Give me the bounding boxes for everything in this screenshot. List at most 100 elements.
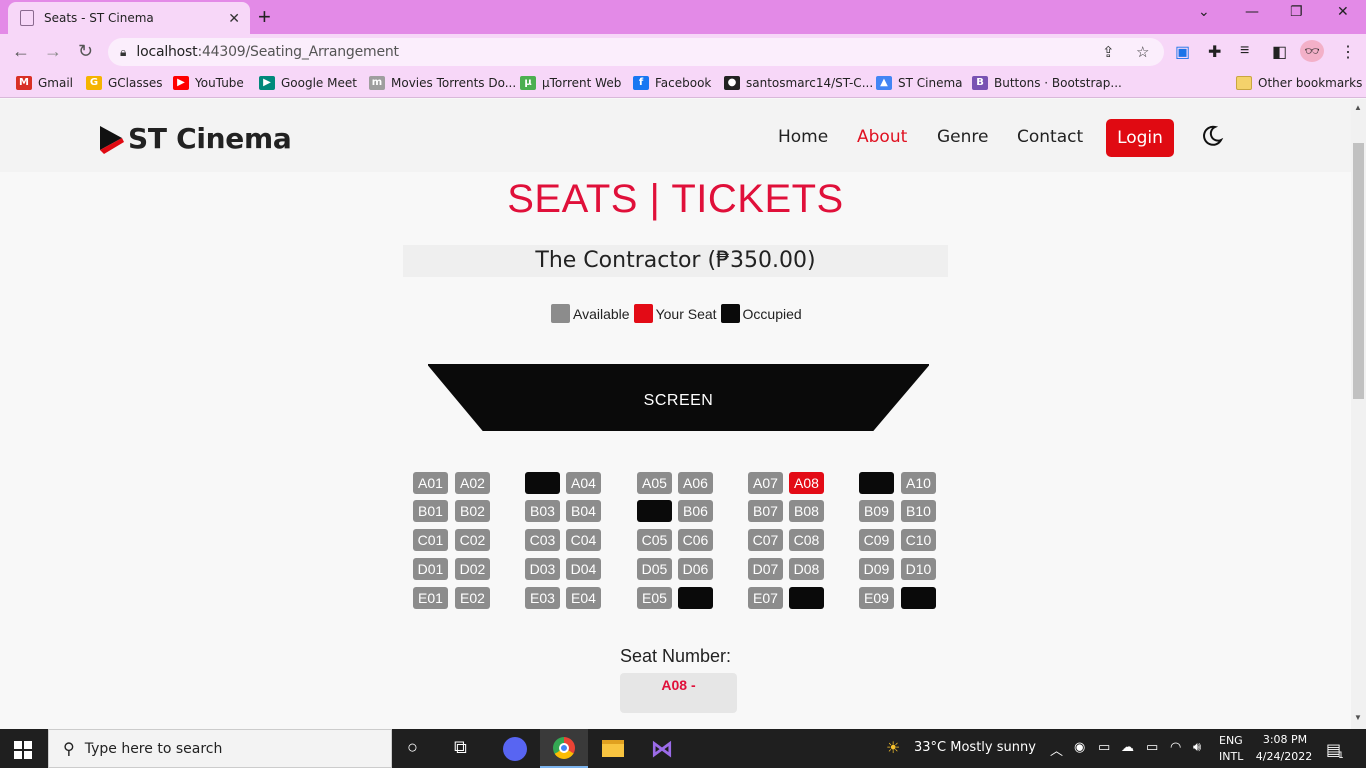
bookmark-item[interactable]: B Buttons · Bootstrap... [972,76,1122,90]
record-icon[interactable]: ◉ [1074,740,1085,755]
seat-E03[interactable]: E03 [525,587,560,609]
seat-A02[interactable]: A02 [455,472,490,494]
extensions-puzzle-icon[interactable]: ✚ [1208,42,1221,62]
seat-C03[interactable]: C03 [525,529,560,551]
seat-D03[interactable]: D03 [525,558,560,580]
seat-C06[interactable]: C06 [678,529,713,551]
show-hidden-icons-chevron[interactable]: ︿ [1050,740,1063,759]
seat-A05[interactable]: A05 [637,472,672,494]
seat-D02[interactable]: D02 [455,558,490,580]
discord-app-icon[interactable] [491,729,539,768]
seat-C08[interactable]: C08 [789,529,824,551]
page-scrollbar[interactable]: ▲ ▼ [1351,99,1366,729]
restore-icon[interactable]: ❐ [1290,4,1303,20]
seat-E04[interactable]: E04 [566,587,601,609]
file-explorer-icon[interactable] [589,729,637,768]
seat-D04[interactable]: D04 [566,558,601,580]
seat-A04[interactable]: A04 [566,472,601,494]
seat-B10[interactable]: B10 [901,500,936,522]
seat-D10[interactable]: D10 [901,558,936,580]
address-bar[interactable]: 🔒︎ localhost:44309/Seating_Arrangement ⇪… [108,38,1164,66]
bookmark-item[interactable]: G GClasses [86,76,163,90]
battery-icon[interactable]: ▭ [1146,740,1158,755]
visual-studio-icon[interactable]: ⋈ [638,729,686,768]
back-icon[interactable]: ← [12,40,30,62]
bookmark-item[interactable]: m Movies Torrents Do... [369,76,516,90]
bookmark-item[interactable]: ▲ ST Cinema [876,76,963,90]
onedrive-error-icon[interactable]: ☁ [1121,740,1134,755]
bookmark-item[interactable]: f Facebook [633,76,711,90]
seat-E07[interactable]: E07 [748,587,783,609]
bookmark-item[interactable]: µ µTorrent Web [520,76,621,90]
seat-B04[interactable]: B04 [566,500,601,522]
nav-link-about[interactable]: About [857,127,907,147]
share-icon[interactable]: ⇪ [1102,43,1115,61]
meet-now-icon[interactable]: ▭ [1098,740,1110,755]
clock-date[interactable]: 4/24/2022 [1252,750,1316,763]
bookmark-item[interactable]: ● santosmarc14/ST-C... [724,76,873,90]
other-bookmarks[interactable]: Other bookmarks [1236,76,1362,90]
seat-C01[interactable]: C01 [413,529,448,551]
nav-link-home[interactable]: Home [778,127,828,147]
seat-B08[interactable]: B08 [789,500,824,522]
profile-avatar[interactable]: 👓︎ [1300,40,1324,62]
chrome-app-icon[interactable] [540,729,588,768]
scroll-up-icon[interactable]: ▲ [1354,103,1362,112]
seat-E05[interactable]: E05 [637,587,672,609]
cortana-icon[interactable]: ○ [407,737,418,758]
brand[interactable]: ST Cinema [98,122,292,155]
browser-tab[interactable]: Seats - ST Cinema ✕ [8,2,250,34]
reload-icon[interactable]: ↻ [78,40,93,62]
taskbar-search[interactable]: ⚲ Type here to search [48,729,392,768]
seat-C05[interactable]: C05 [637,529,672,551]
scroll-down-icon[interactable]: ▼ [1354,713,1362,722]
close-window-icon[interactable]: ✕ [1337,4,1349,20]
windows-start-icon[interactable] [14,741,32,759]
bookmark-item[interactable]: ▶ YouTube [173,76,244,90]
seat-C09[interactable]: C09 [859,529,894,551]
scrollbar-thumb[interactable] [1353,143,1364,399]
side-panel-icon[interactable]: ◧ [1272,42,1287,62]
seat-E01[interactable]: E01 [413,587,448,609]
dark-mode-moon-icon[interactable] [1200,124,1224,148]
seat-B09[interactable]: B09 [859,500,894,522]
seat-D05[interactable]: D05 [637,558,672,580]
close-tab-icon[interactable]: ✕ [228,10,240,27]
seat-C02[interactable]: C02 [455,529,490,551]
seat-B02[interactable]: B02 [455,500,490,522]
seat-C10[interactable]: C10 [901,529,936,551]
seat-A07[interactable]: A07 [748,472,783,494]
tab-search-chevron-icon[interactable]: ⌄ [1198,4,1210,20]
volume-icon[interactable]: 🔊︎ [1193,740,1201,755]
bookmark-star-icon[interactable]: ☆ [1136,43,1149,61]
screenshot-extension-icon[interactable]: ▣ [1175,42,1190,62]
keyboard-layout[interactable]: INTL [1219,750,1243,763]
seat-D06[interactable]: D06 [678,558,713,580]
login-button[interactable]: Login [1106,119,1174,157]
bookmark-item[interactable]: ▶ Google Meet [259,76,357,90]
seat-D09[interactable]: D09 [859,558,894,580]
weather-text[interactable]: 33°C Mostly sunny [914,740,1036,755]
seat-B01[interactable]: B01 [413,500,448,522]
wifi-icon[interactable]: ◠ [1170,740,1181,755]
minimize-icon[interactable]: — [1245,4,1259,20]
task-view-icon[interactable]: ⧉ [454,737,467,758]
seat-D07[interactable]: D07 [748,558,783,580]
seat-E02[interactable]: E02 [455,587,490,609]
seat-C07[interactable]: C07 [748,529,783,551]
seat-B03[interactable]: B03 [525,500,560,522]
seat-A06[interactable]: A06 [678,472,713,494]
seat-E09[interactable]: E09 [859,587,894,609]
seat-D08[interactable]: D08 [789,558,824,580]
seat-A08[interactable]: A08 [789,472,824,494]
menu-kebab-icon[interactable]: ⋮ [1340,42,1356,62]
language-code[interactable]: ENG [1219,734,1243,747]
clock-time[interactable]: 3:08 PM [1260,733,1310,746]
seat-B07[interactable]: B07 [748,500,783,522]
seat-D01[interactable]: D01 [413,558,448,580]
seat-A10[interactable]: A10 [901,472,936,494]
forward-icon[interactable]: → [44,40,62,62]
seat-A01[interactable]: A01 [413,472,448,494]
seat-B06[interactable]: B06 [678,500,713,522]
bookmark-item[interactable]: M Gmail [16,76,73,90]
